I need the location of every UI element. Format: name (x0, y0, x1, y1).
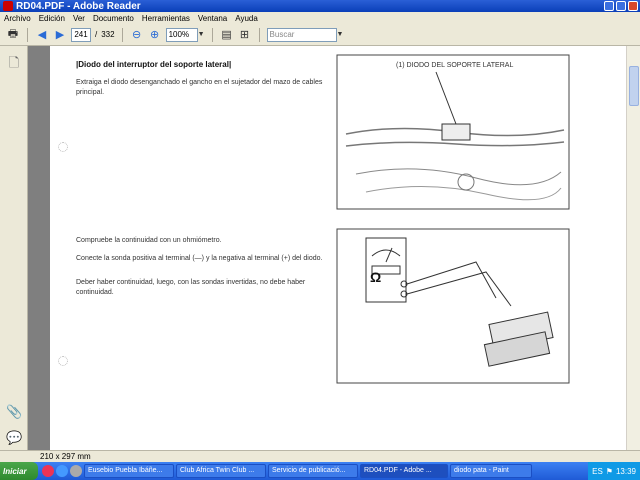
toolbar-separator (27, 27, 28, 42)
page-size-label: 210 x 297 mm (40, 452, 91, 461)
page-separator: / (95, 30, 98, 39)
comments-icon[interactable]: 💬 (6, 430, 22, 446)
punch-hole-mark (58, 356, 68, 366)
tray-icons: ⚑ (605, 466, 613, 476)
zoom-in-icon[interactable]: ⊕ (148, 28, 162, 42)
paragraph-continuity: Compruebe la continuidad con un ohmiómet… (76, 237, 222, 244)
next-page-icon[interactable]: ▶ (53, 28, 67, 42)
section-heading: |Diodo del interruptor del soporte later… (76, 60, 232, 69)
navigation-sidebar: 🗋 📎 💬 (0, 46, 28, 450)
vertical-scrollbar[interactable] (626, 46, 640, 450)
pages-icon[interactable]: 🗋 (6, 54, 22, 70)
punch-hole-mark (58, 142, 68, 152)
toolbar-separator (258, 27, 260, 42)
zoom-dropdown-icon[interactable]: ▼ (198, 31, 205, 38)
search-input[interactable]: Buscar (266, 27, 337, 42)
quick-launch (42, 465, 82, 477)
scrollbar-thumb[interactable] (629, 66, 639, 106)
adobe-reader-icon (3, 1, 13, 11)
language-indicator[interactable]: ES (592, 467, 603, 476)
paragraph-probes: Conecte la sonda positiva al terminal (—… (76, 255, 323, 262)
attachment-icon[interactable]: 📎 (6, 404, 22, 420)
search-dropdown-icon[interactable]: ▼ (337, 31, 344, 38)
figure-ohmmeter-test (336, 228, 570, 384)
paragraph-expected: Deber haber continuidad, luego, con las … (76, 279, 306, 296)
ie-icon[interactable] (56, 465, 68, 477)
ohm-symbol: Ω (370, 269, 382, 285)
menu-edicion[interactable]: Edición (39, 14, 65, 23)
toolbar: 🖶 ◀ ▶ 241 / 332 ⊖ ⊕ 100% ▼ ▤ ⊞ Buscar ▼ (0, 24, 640, 46)
menu-documento[interactable]: Documento (93, 14, 134, 23)
task-servicio[interactable]: Servicio de publicació... (268, 464, 358, 478)
task-adobe-reader[interactable]: RD04.PDF - Adobe ... (360, 464, 448, 478)
clock: 13:39 (615, 466, 636, 476)
zoom-input[interactable]: 100% (165, 27, 198, 42)
task-club-africa[interactable]: Club Africa Twin Club ... (176, 464, 266, 478)
zoom-out-icon[interactable]: ⊖ (130, 28, 144, 42)
pdf-page: |Diodo del interruptor del soporte later… (50, 46, 626, 450)
fit-width-icon[interactable]: ⊞ (238, 28, 252, 42)
paragraph-remove-diode: Extraiga el diodo desenganchado el ganch… (76, 79, 323, 96)
media-icon[interactable] (70, 465, 82, 477)
maximize-button[interactable] (616, 1, 626, 11)
document-area: |Diodo del interruptor del soporte later… (28, 46, 626, 450)
menu-ayuda[interactable]: Ayuda (235, 14, 258, 23)
window-title: RD04.PDF - Adobe Reader (16, 0, 141, 12)
page-number-input[interactable]: 241 (71, 27, 91, 42)
figure-diode-location (336, 54, 570, 210)
browser-icon[interactable] (42, 465, 54, 477)
menu-herramientas[interactable]: Herramientas (142, 14, 190, 23)
previous-page-icon[interactable]: ◀ (35, 28, 49, 42)
status-bar: 210 x 297 mm (0, 450, 640, 462)
start-label: Iniciar (3, 466, 27, 476)
minimize-button[interactable] (604, 1, 614, 11)
close-button[interactable] (628, 1, 638, 11)
task-eusebio[interactable]: Eusebio Puebla Ibáñe... (84, 464, 174, 478)
menu-archivo[interactable]: Archivo (4, 14, 31, 23)
taskbar: Iniciar Eusebio Puebla Ibáñe... Club Afr… (0, 462, 640, 480)
menu-ver[interactable]: Ver (73, 14, 85, 23)
toolbar-separator (121, 27, 123, 42)
figure1-label: (1) DIODO DEL SOPORTE LATERAL (396, 62, 514, 69)
start-button[interactable]: Iniciar (0, 462, 38, 480)
print-icon[interactable]: 🖶 (6, 28, 20, 42)
menu-bar: Archivo Edición Ver Documento Herramient… (0, 12, 640, 24)
fit-page-icon[interactable]: ▤ (220, 28, 234, 42)
task-paint[interactable]: diodo pata - Paint (450, 464, 532, 478)
title-bar: RD04.PDF - Adobe Reader (0, 0, 640, 12)
menu-ventana[interactable]: Ventana (198, 14, 227, 23)
page-total: 332 (101, 30, 115, 39)
toolbar-separator (211, 27, 213, 42)
system-tray: ES ⚑ 13:39 (588, 462, 640, 480)
